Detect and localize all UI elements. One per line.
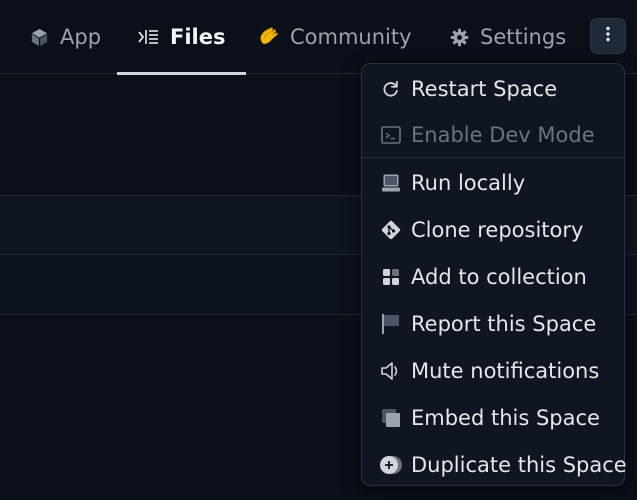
menu-item-label: Duplicate this Space: [411, 453, 627, 477]
menu-item-label: Embed this Space: [411, 406, 600, 430]
space-options-menu: Restart Space Enable Dev Mode Run locall…: [361, 63, 627, 487]
menu-item-label: Report this Space: [411, 312, 597, 336]
speaker-icon: [379, 359, 403, 383]
tab-app[interactable]: App: [28, 0, 101, 74]
embed-icon: [379, 406, 403, 430]
menu-item-report-this-space[interactable]: Report this Space: [362, 302, 624, 346]
menu-item-restart-space[interactable]: Restart Space: [362, 67, 624, 111]
menu-item-label: Enable Dev Mode: [411, 123, 595, 147]
files-icon: [138, 26, 160, 48]
menu-item-label: Restart Space: [411, 77, 558, 101]
menu-item-clone-repository[interactable]: Clone repository: [362, 208, 624, 252]
menu-item-embed-this-space[interactable]: Embed this Space: [362, 396, 624, 440]
flag-icon: [379, 312, 403, 336]
page: App Files Community Settings Restart Spa…: [0, 0, 637, 500]
cube-icon: [28, 26, 50, 48]
tab-files[interactable]: Files: [116, 0, 248, 75]
menu-item-label: Clone repository: [411, 218, 584, 242]
menu-item-run-locally[interactable]: Run locally: [362, 161, 624, 205]
restart-icon: [379, 77, 403, 101]
more-options-button[interactable]: [590, 18, 626, 54]
collection-icon: [379, 265, 403, 289]
menu-item-duplicate-this-space[interactable]: Duplicate this Space: [362, 443, 627, 487]
tab-label: Community: [290, 25, 412, 49]
menu-divider: [362, 157, 624, 158]
gear-icon: [448, 26, 470, 48]
laptop-icon: [379, 171, 403, 195]
clapping-hands-icon: [258, 26, 280, 48]
git-icon: [379, 218, 403, 242]
terminal-icon: [379, 123, 403, 147]
menu-item-mute-notifications[interactable]: Mute notifications: [362, 349, 624, 393]
menu-item-label: Run locally: [411, 171, 526, 195]
menu-item-add-to-collection[interactable]: Add to collection: [362, 255, 624, 299]
tab-label: App: [60, 25, 102, 49]
tab-label: Settings: [480, 25, 567, 49]
menu-item-enable-dev-mode[interactable]: Enable Dev Mode: [362, 113, 624, 157]
duplicate-icon: [379, 453, 403, 477]
vertical-ellipsis-icon: [605, 26, 611, 46]
tab-label: Files: [170, 25, 226, 49]
menu-item-label: Add to collection: [411, 265, 587, 289]
menu-item-label: Mute notifications: [411, 359, 600, 383]
